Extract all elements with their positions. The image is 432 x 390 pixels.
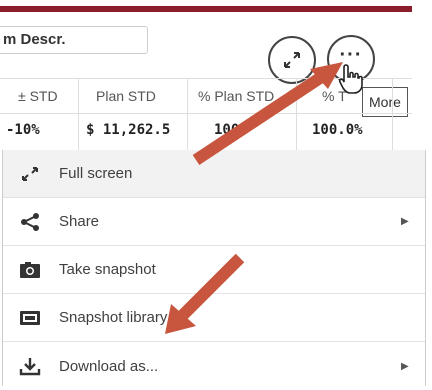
submenu-arrow-icon: ▶ <box>401 360 409 372</box>
column-divider <box>392 78 393 150</box>
cell-std-delta: -10% <box>6 122 40 138</box>
column-header-std-delta[interactable]: ± STD <box>18 88 58 104</box>
menu-item-snapshot-library[interactable]: Snapshot library <box>3 294 425 342</box>
menu-item-share[interactable]: Share ▶ <box>3 198 425 246</box>
table-header-border <box>0 113 412 114</box>
menu-item-take-snapshot[interactable]: Take snapshot <box>3 246 425 294</box>
menu-item-download-as[interactable]: Download as... ▶ <box>3 342 425 390</box>
expand-button[interactable] <box>268 36 316 84</box>
menu-item-label: Full screen <box>59 165 133 182</box>
snapshot-library-icon <box>19 308 41 328</box>
share-icon <box>19 212 41 232</box>
column-header-plan-std[interactable]: Plan STD <box>96 88 156 104</box>
column-header-pct-plan-std[interactable]: % Plan STD <box>198 88 274 104</box>
cell-pct-plan-std: 100% <box>214 122 248 138</box>
menu-item-label: Snapshot library <box>59 309 168 326</box>
menu-item-label: Download as... <box>59 357 159 375</box>
header-accent-bar <box>0 6 412 12</box>
menu-item-label: Take snapshot <box>59 261 156 278</box>
context-menu: Full screen Share ▶ Take snapshot Snapsh… <box>2 150 426 386</box>
column-divider <box>187 78 188 150</box>
dimension-field-pill[interactable]: m Descr. <box>0 26 148 54</box>
submenu-arrow-icon: ▶ <box>401 216 409 227</box>
more-icon: ··· <box>339 44 363 66</box>
expand-icon <box>284 52 300 68</box>
cell-plan-std: $ 11,262.5 <box>86 122 171 138</box>
column-divider <box>296 78 297 150</box>
cell-pct-total: 100.0% <box>312 122 363 138</box>
menu-item-full-screen[interactable]: Full screen <box>3 150 425 198</box>
menu-item-label: Share <box>59 213 100 230</box>
download-icon <box>19 356 41 376</box>
expand-icon <box>19 164 41 184</box>
hand-cursor-icon <box>338 64 363 94</box>
camera-icon <box>19 260 41 280</box>
column-divider <box>78 78 79 150</box>
